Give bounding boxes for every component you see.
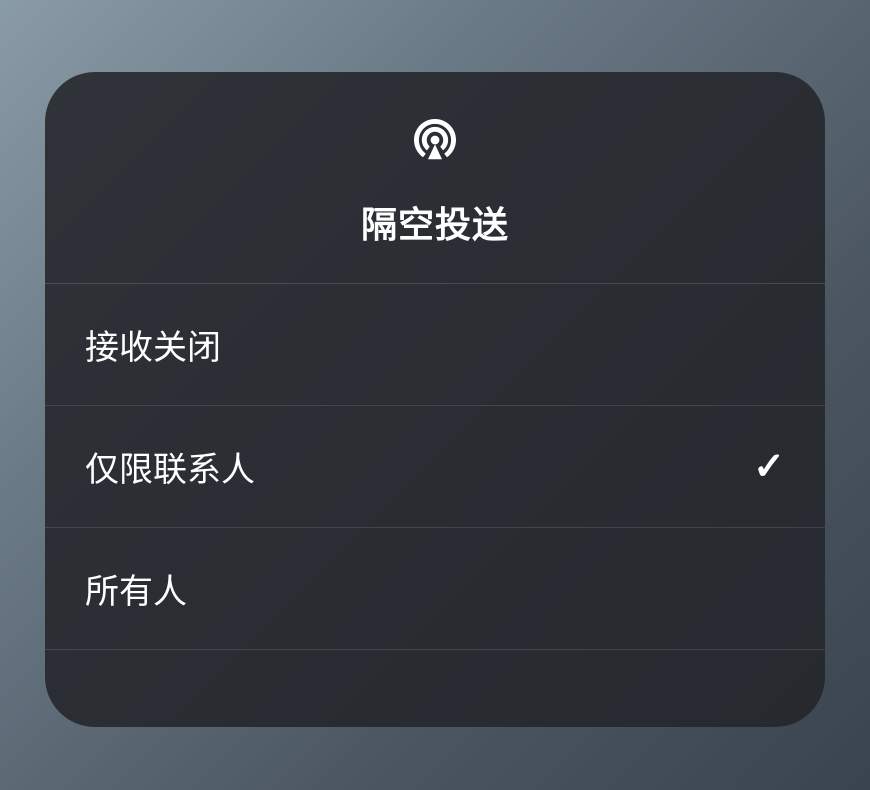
panel-header: 隔空投送 [45, 72, 825, 284]
options-list: 接收关闭 ✓ 仅限联系人 ✓ 所有人 ✓ [45, 284, 825, 727]
option-everyone[interactable]: 所有人 ✓ [45, 528, 825, 650]
option-label: 仅限联系人 [85, 442, 255, 491]
airdrop-icon [407, 112, 463, 168]
checkmark-icon: ✓ [753, 444, 785, 489]
option-receiving-off[interactable]: 接收关闭 ✓ [45, 284, 825, 406]
option-contacts-only[interactable]: 仅限联系人 ✓ [45, 406, 825, 528]
option-label: 所有人 [85, 564, 187, 613]
airdrop-settings-panel: 隔空投送 接收关闭 ✓ 仅限联系人 ✓ 所有人 ✓ [45, 72, 825, 727]
option-label: 接收关闭 [85, 320, 221, 369]
panel-title: 隔空投送 [361, 196, 509, 248]
